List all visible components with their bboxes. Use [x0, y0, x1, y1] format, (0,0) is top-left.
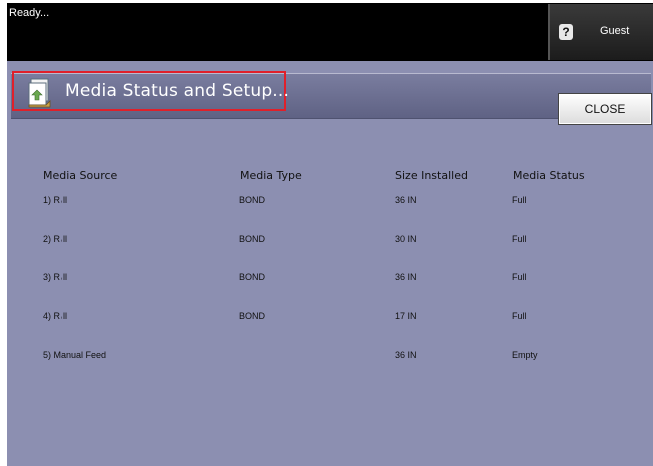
size-installed-cell: 36 IN: [395, 272, 417, 282]
size-installed-cell: 17 IN: [395, 311, 417, 321]
media-type-cell: BOND: [239, 272, 266, 282]
media-status-cell: Full: [512, 195, 527, 205]
guest-label: Guest: [600, 25, 630, 37]
size-installed-cell: 36 IN: [395, 350, 417, 360]
media-type-cell: BOND: [239, 311, 266, 321]
column-header-media-type: Media Type: [240, 169, 302, 182]
media-source-cell: 4) R˓ll: [43, 311, 67, 321]
status-bar: Ready... ? Guest: [7, 3, 653, 61]
media-type-cell: BOND: [239, 234, 266, 244]
guest-login-button[interactable]: ? Guest: [548, 4, 653, 60]
media-type-cell: BOND: [239, 195, 266, 205]
media-status-cell: Full: [512, 234, 527, 244]
media-source-cell: 2) R˓ll: [43, 234, 67, 244]
column-header-media-status: Media Status: [513, 169, 585, 182]
media-status-cell: Empty: [512, 350, 538, 360]
column-header-size-installed: Size Installed: [395, 169, 468, 182]
ready-status: Ready...: [9, 7, 50, 19]
close-button[interactable]: CLOSE: [558, 93, 652, 125]
page-title: Media Status and Setup...: [65, 81, 290, 101]
media-status-cell: Full: [512, 311, 527, 321]
size-installed-cell: 36 IN: [395, 195, 417, 205]
media-source-cell: 1) R˓ll: [43, 195, 67, 205]
size-installed-cell: 30 IN: [395, 234, 417, 244]
media-status-cell: Full: [512, 272, 527, 282]
screen: Ready... ? Guest CLOSE Media Status and …: [0, 0, 653, 466]
user-unknown-icon: ?: [559, 24, 573, 40]
media-source-cell: 3) R˓ll: [43, 272, 67, 282]
column-header-media-source: Media Source: [43, 169, 118, 182]
media-status-panel: CLOSE Media Status and Setup... Media So…: [7, 61, 653, 466]
media-source-cell: 5) Manual Feed: [43, 350, 107, 360]
media-tray-icon: [28, 78, 51, 108]
